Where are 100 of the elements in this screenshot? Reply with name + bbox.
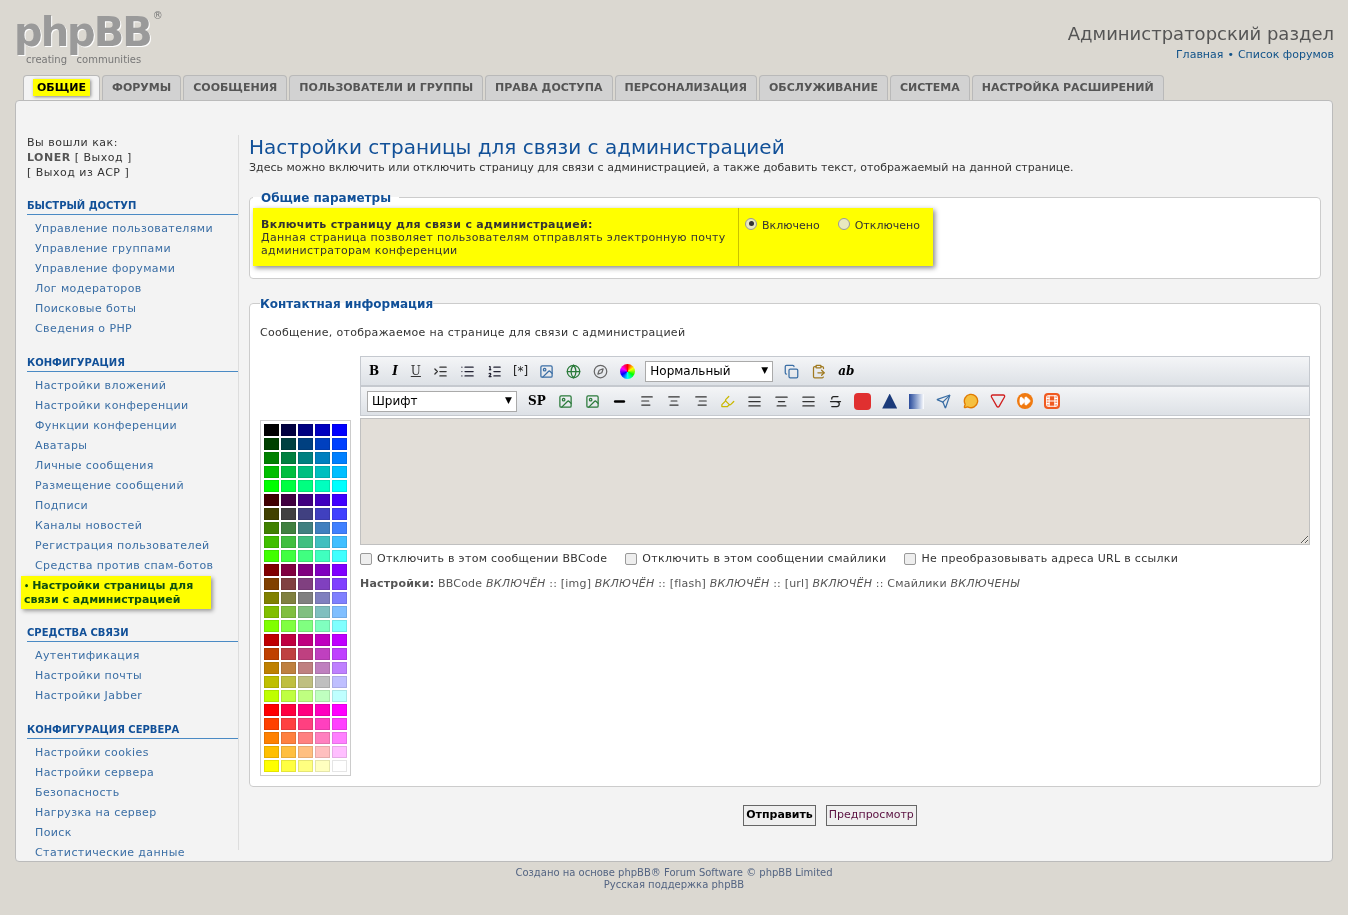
color-swatch[interactable] [315, 690, 330, 702]
color-swatch[interactable] [315, 648, 330, 660]
sidebar-item[interactable]: Настройки вложений [27, 376, 238, 396]
color-swatch[interactable] [315, 760, 330, 772]
color-swatch[interactable] [281, 466, 296, 478]
preview-button[interactable]: Предпросмотр [825, 804, 917, 826]
color-swatch[interactable] [281, 732, 296, 744]
color-swatch[interactable] [264, 424, 279, 436]
color-swatch[interactable] [264, 606, 279, 618]
color-swatch[interactable] [264, 634, 279, 646]
nav-tab[interactable]: ПРАВА ДОСТУПА [485, 75, 613, 100]
sidebar-item[interactable]: Аватары [27, 436, 238, 456]
color-swatch[interactable] [332, 592, 347, 604]
color-swatch[interactable] [332, 676, 347, 688]
color-swatch[interactable] [298, 508, 313, 520]
color-swatch[interactable] [281, 452, 296, 464]
sidebar-item[interactable]: Настройки Jabber [27, 686, 238, 706]
list-item-button[interactable]: [*] [512, 362, 529, 380]
color-swatch[interactable] [281, 424, 296, 436]
color-swatch[interactable] [264, 746, 279, 758]
color-swatch[interactable] [315, 634, 330, 646]
color-swatch[interactable] [315, 662, 330, 674]
color-swatch[interactable] [332, 536, 347, 548]
color-swatch[interactable] [281, 480, 296, 492]
color-swatch[interactable] [315, 508, 330, 520]
italic-button[interactable]: ab [836, 362, 857, 380]
sidebar-item[interactable]: Статистические данные [27, 843, 238, 863]
sidebar-item[interactable]: Настройки сервера [27, 763, 238, 783]
nav-tab[interactable]: ПЕРСОНАЛИЗАЦИЯ [614, 75, 757, 100]
color-swatch[interactable] [332, 480, 347, 492]
color-swatch[interactable] [264, 578, 279, 590]
color-swatch[interactable] [315, 452, 330, 464]
color-swatch[interactable] [315, 578, 330, 590]
acp-logout-link[interactable]: [ Выход из ACP ] [27, 166, 130, 179]
color-swatch[interactable] [264, 522, 279, 534]
color-swatch[interactable] [298, 592, 313, 604]
nav-tab[interactable]: СИСТЕМА [889, 75, 970, 100]
color-swatch[interactable] [315, 564, 330, 576]
sidebar-item[interactable]: Аутентификация [27, 646, 238, 666]
color-swatch[interactable] [281, 592, 296, 604]
color-swatch[interactable] [281, 634, 296, 646]
color-swatch[interactable] [298, 648, 313, 660]
color-swatch[interactable] [281, 760, 296, 772]
underline-button[interactable]: U [408, 362, 423, 380]
color-swatch[interactable] [332, 564, 347, 576]
radio-option[interactable]: Включено [745, 217, 820, 232]
color-swatch[interactable] [298, 746, 313, 758]
color-swatch[interactable] [264, 536, 279, 548]
nav-tab[interactable]: НАСТРОЙКА РАСШИРЕНИЙ [971, 75, 1164, 100]
color-swatch[interactable] [315, 746, 330, 758]
color-swatch[interactable] [264, 620, 279, 632]
color-swatch[interactable] [332, 704, 347, 716]
color-swatch[interactable] [315, 494, 330, 506]
color-swatch[interactable] [332, 662, 347, 674]
color-swatch[interactable] [332, 620, 347, 632]
nav-tab[interactable]: ФОРУМЫ [102, 75, 182, 100]
sidebar-item[interactable]: • Настройки страницы для связи с администрацией [21, 576, 211, 609]
color-swatch[interactable] [332, 606, 347, 618]
color-swatch[interactable] [298, 536, 313, 548]
color-swatch[interactable] [298, 466, 313, 478]
italic-button[interactable]: I [390, 362, 400, 380]
sidebar-item[interactable]: Настройки конференции [27, 396, 238, 416]
color-swatch[interactable] [332, 718, 347, 730]
color-swatch[interactable] [281, 704, 296, 716]
color-swatch[interactable] [281, 550, 296, 562]
color-swatch[interactable] [315, 522, 330, 534]
color-swatch[interactable] [298, 662, 313, 674]
color-swatch[interactable] [298, 732, 313, 744]
color-swatch[interactable] [332, 438, 347, 450]
color-swatch[interactable] [281, 676, 296, 688]
color-swatch[interactable] [315, 438, 330, 450]
sidebar-item[interactable]: Подписи [27, 496, 238, 516]
color-swatch[interactable] [281, 662, 296, 674]
sidebar-item[interactable]: Безопасность [27, 783, 238, 803]
color-swatch[interactable] [281, 606, 296, 618]
sidebar-item[interactable]: Поиск [27, 823, 238, 843]
color-swatch[interactable] [298, 424, 313, 436]
color-swatch[interactable] [315, 732, 330, 744]
nav-tab[interactable]: ПОЛЬЗОВАТЕЛИ И ГРУППЫ [289, 75, 484, 100]
sidebar-item[interactable]: Каналы новостей [27, 516, 238, 536]
color-swatch[interactable] [264, 564, 279, 576]
color-swatch[interactable] [264, 592, 279, 604]
option-checkbox[interactable]: Отключить в этом сообщении BBCode [360, 551, 608, 568]
color-swatch[interactable] [298, 550, 313, 562]
message-textarea[interactable] [360, 418, 1310, 545]
color-swatch[interactable] [332, 732, 347, 744]
option-checkbox[interactable]: Не преобразовывать адреса URL в ссылки [904, 551, 1179, 568]
color-swatch[interactable] [264, 480, 279, 492]
sidebar-item[interactable]: Сведения о PHP [27, 319, 238, 339]
color-swatch[interactable] [264, 648, 279, 660]
color-swatch[interactable] [315, 550, 330, 562]
radio-option[interactable]: Отключено [837, 217, 920, 232]
color-swatch[interactable] [298, 578, 313, 590]
color-swatch[interactable] [315, 704, 330, 716]
nav-tab[interactable]: ОБСЛУЖИВАНИЕ [759, 75, 888, 100]
bold-button[interactable]: B [367, 362, 382, 380]
color-swatch[interactable] [315, 676, 330, 688]
color-swatch[interactable] [315, 606, 330, 618]
color-swatch[interactable] [298, 480, 313, 492]
color-swatch[interactable] [298, 606, 313, 618]
